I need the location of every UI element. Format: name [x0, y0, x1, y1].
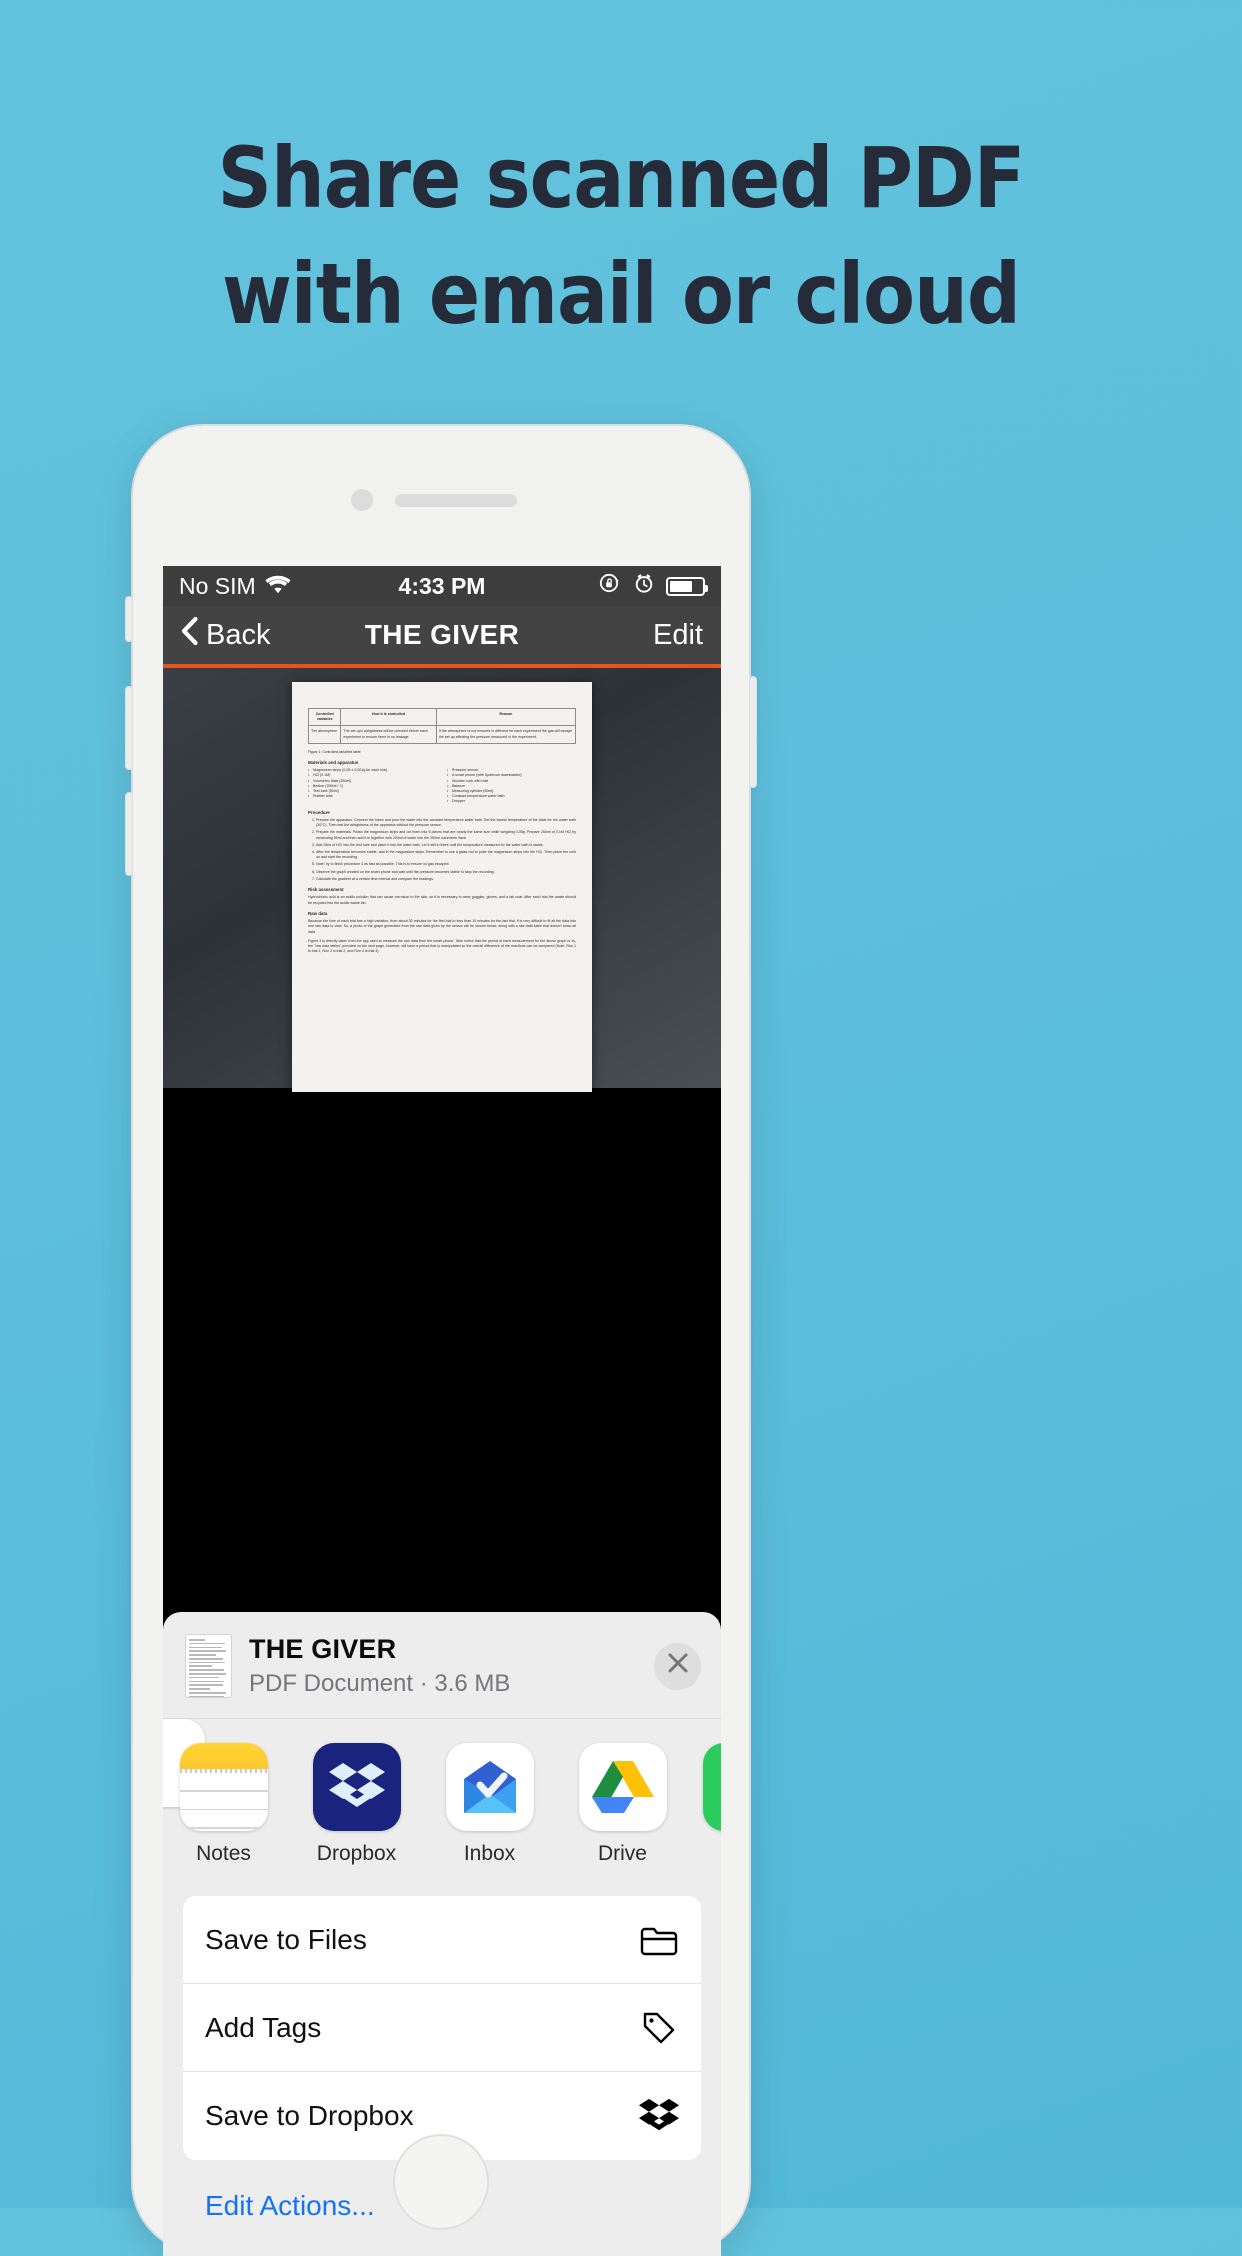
- share-app-row[interactable]: Notes Dropbox Inbox Drive: [163, 1719, 721, 1880]
- status-bar: No SIM 4:33 PM: [163, 566, 721, 606]
- chevron-left-icon: [181, 616, 198, 653]
- phone-mockup: No SIM 4:33 PM Back THE GIVER Edit Contr…: [125, 424, 757, 2256]
- close-icon: [666, 1651, 690, 1682]
- app-label: Drive: [597, 1842, 647, 1865]
- notes-app-icon: [179, 1743, 268, 1831]
- table-header-cell: How it is controlled: [340, 707, 437, 727]
- dropbox-app-icon: [312, 1743, 401, 1831]
- app-label: Dropbox: [316, 1842, 397, 1865]
- share-action-list: Save to Files Add Tags Save to Dropbox: [183, 1896, 701, 2160]
- section-heading: Procedure: [308, 809, 330, 815]
- status-bar-right: [598, 571, 708, 601]
- document-preview-area[interactable]: Controlled variables How it is controlle…: [163, 668, 721, 1092]
- procedure-list: Prepare the apparatus. Connect the tubes…: [308, 818, 576, 882]
- controlled-variables-table: Controlled variables How it is controlle…: [307, 707, 577, 744]
- back-button[interactable]: Back: [181, 616, 271, 653]
- wifi-icon: [265, 573, 291, 600]
- document-subtitle: PDF Document · 3.6 MB: [249, 1670, 511, 1697]
- google-drive-app-icon: [578, 1743, 667, 1831]
- alarm-clock-icon: [632, 571, 656, 601]
- phone-screen: No SIM 4:33 PM Back THE GIVER Edit Contr…: [163, 566, 721, 2256]
- navigation-bar: Back THE GIVER Edit: [163, 606, 721, 668]
- share-app-drive[interactable]: Drive: [570, 1743, 675, 1866]
- volume-up-button[interactable]: [125, 686, 133, 770]
- close-button[interactable]: [654, 1642, 701, 1690]
- scanned-page: Controlled variables How it is controlle…: [292, 682, 592, 1092]
- battery-icon: [666, 576, 708, 596]
- section-text: Hydrochloric acid is an acidic solution …: [308, 895, 576, 905]
- back-button-label: Back: [206, 618, 271, 651]
- table-header-cell: Reason: [435, 707, 577, 727]
- folder-icon: [639, 1920, 679, 1960]
- materials-columns: Magnesium strips (0.05 ± 0.001g for each…: [308, 768, 576, 805]
- materials-list-right: Pressure sensor A smart phone (with Spar…: [447, 768, 576, 805]
- list-item: Prepare the apparatus. Connect the tubes…: [316, 818, 576, 828]
- inbox-app-icon: [445, 1743, 534, 1831]
- share-app-dropbox[interactable]: Dropbox: [304, 1743, 409, 1866]
- list-item: After the temperature becomes stable, ad…: [316, 850, 576, 860]
- table-header-cell: Controlled variables: [307, 707, 342, 727]
- action-label: Save to Dropbox: [205, 2100, 414, 2131]
- share-sheet-header: THE GIVER PDF Document · 3.6 MB: [163, 1612, 721, 1719]
- front-camera-icon: [351, 489, 373, 511]
- power-button[interactable]: [749, 676, 757, 788]
- share-app-inbox[interactable]: Inbox: [437, 1743, 542, 1866]
- action-row-save-to-files[interactable]: Save to Files: [183, 1896, 701, 1984]
- action-label: Save to Files: [205, 1923, 367, 1955]
- share-app-notes[interactable]: Notes: [171, 1743, 276, 1866]
- action-row-add-tags[interactable]: Add Tags: [183, 1984, 701, 2072]
- document-meta: THE GIVER PDF Document · 3.6 MB: [249, 1634, 637, 1698]
- headline-line-2: with email or cloud: [222, 245, 1021, 343]
- section-heading: Risk assessment: [308, 886, 344, 892]
- section-text: Because the time of each trial has a hig…: [308, 919, 576, 934]
- status-bar-left: No SIM: [179, 573, 291, 600]
- edit-button[interactable]: Edit: [653, 619, 703, 652]
- document-title: THE GIVER: [249, 1634, 397, 1664]
- app-partial-right[interactable]: [703, 1743, 721, 1831]
- tag-icon: [639, 2008, 679, 2048]
- earpiece-speaker: [395, 494, 517, 507]
- table-cell: The atmosphere: [307, 725, 342, 744]
- section-heading: Materials and apparatus: [308, 759, 359, 765]
- rotation-lock-icon: [598, 571, 622, 601]
- section-heading: Raw data: [308, 910, 328, 916]
- list-item: Add 25ml of HCl into the test tube and p…: [316, 843, 576, 848]
- list-item: Calculate the gradient at a certain time…: [316, 877, 576, 882]
- dropbox-icon: [639, 2096, 679, 2136]
- materials-list-left: Magnesium strips (0.05 ± 0.001g for each…: [308, 768, 437, 804]
- list-item: Note: try to finish procedure 4 as fast …: [316, 862, 576, 867]
- app-label: Notes: [196, 1842, 251, 1865]
- headline-line-1: Share scanned PDF: [217, 129, 1026, 227]
- table-cell: The set-up's airtightness will be checke…: [340, 725, 437, 744]
- document-thumbnail: [185, 1634, 232, 1698]
- action-label: Add Tags: [205, 2011, 322, 2043]
- table-cell: If the atmosphere is not ensured in diff…: [435, 725, 577, 744]
- list-item: Dropper: [447, 799, 576, 804]
- promo-headline: Share scanned PDF with email or cloud: [0, 120, 1242, 352]
- table-caption: Figure 1: Controlled variables table: [308, 749, 361, 754]
- list-item: Rubber tube: [308, 794, 437, 799]
- silent-switch[interactable]: [125, 596, 133, 642]
- table-row: The atmosphere The set-up's airtightness…: [307, 725, 577, 744]
- table-header-row: Controlled variables How it is controlle…: [307, 707, 577, 727]
- home-button[interactable]: [393, 2134, 489, 2230]
- list-item: Prepare the materials. Polish the magnes…: [316, 830, 576, 840]
- app-label: Inbox: [463, 1842, 516, 1865]
- volume-down-button[interactable]: [125, 792, 133, 876]
- carrier-label: No SIM: [179, 572, 256, 599]
- section-text: Figure 3 is directly taken from the app …: [308, 938, 576, 954]
- list-item: Observe the graph created on the smart p…: [316, 870, 576, 875]
